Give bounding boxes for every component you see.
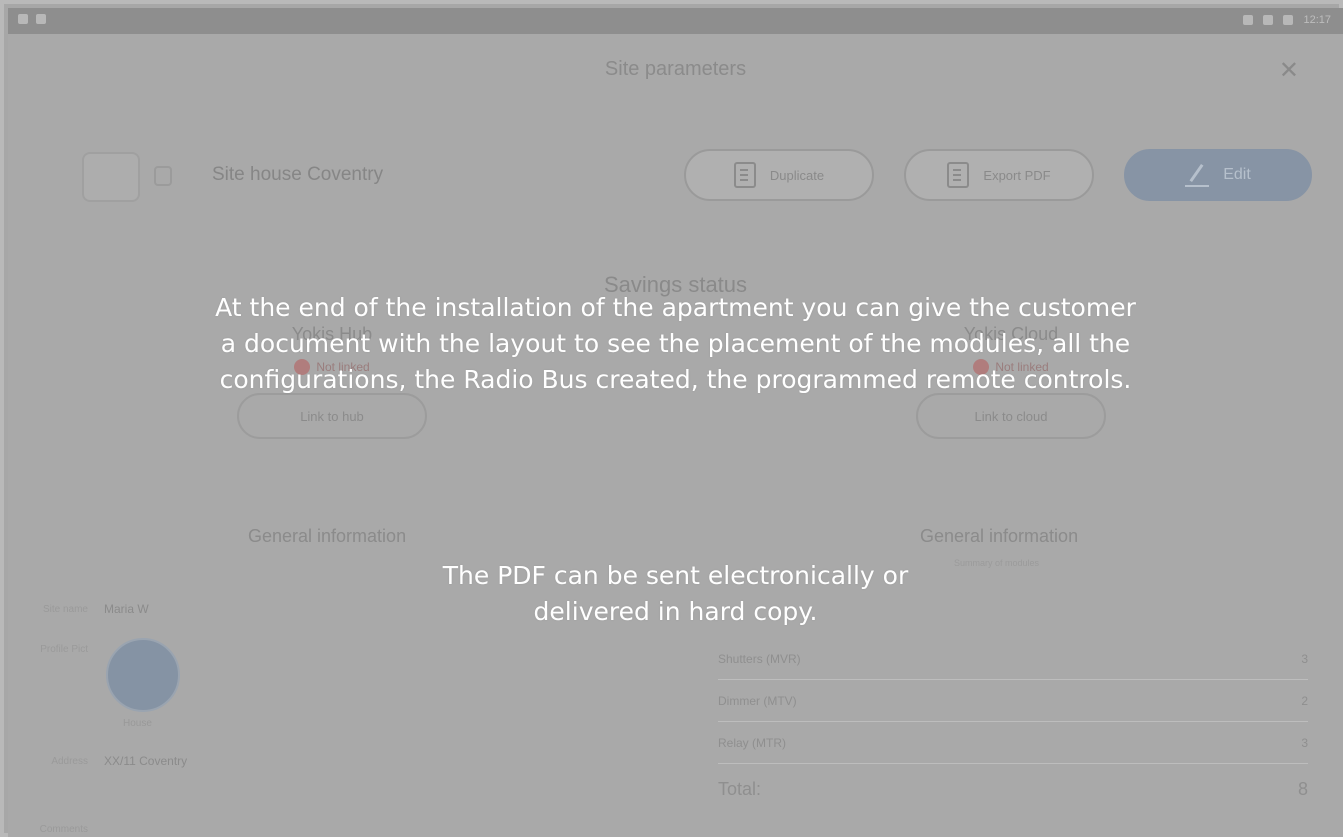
lock-icon bbox=[154, 166, 172, 186]
site-name: Site house Coventry bbox=[212, 164, 384, 185]
table-row: Dimmer (MTV) 2 bbox=[718, 680, 1308, 722]
export-pdf-label: Export PDF bbox=[983, 167, 1051, 183]
row-value: 3 bbox=[1301, 651, 1308, 666]
screen-frame: 12:17 Site parameters ✕ Site house Coven… bbox=[0, 0, 1343, 837]
address-value: XX/11 Coventry bbox=[104, 754, 188, 768]
photo-icon bbox=[36, 14, 46, 24]
row-value: 3 bbox=[1301, 735, 1308, 750]
overlay-caption-main: At the end of the installation of the ap… bbox=[215, 293, 1136, 394]
comments-label: Comments bbox=[39, 824, 88, 835]
signal-icon bbox=[1263, 15, 1274, 25]
status-bar: 12:17 bbox=[8, 8, 1343, 34]
link-hub-button[interactable]: Link to hub bbox=[237, 393, 427, 439]
modules-summary-table: Shutters (MVR) 3 Dimmer (MTV) 2 Relay (M… bbox=[718, 638, 1308, 814]
row-value: 2 bbox=[1301, 693, 1308, 708]
table-row: Relay (MTR) 3 bbox=[718, 722, 1308, 764]
pen-icon bbox=[1185, 163, 1210, 187]
address-label: Address bbox=[51, 756, 88, 767]
table-row: Shutters (MVR) 3 bbox=[718, 638, 1308, 680]
status-left bbox=[18, 14, 46, 24]
site-thumbnail[interactable] bbox=[82, 152, 140, 202]
pdf-icon bbox=[947, 162, 970, 188]
export-pdf-button[interactable]: Export PDF bbox=[904, 149, 1094, 201]
profile-pict-label: Profile Pict bbox=[40, 644, 88, 655]
house-avatar[interactable] bbox=[106, 638, 180, 712]
duplicate-button[interactable]: Duplicate bbox=[684, 149, 874, 201]
general-info-title-right: General information bbox=[920, 526, 1079, 546]
duplicate-icon bbox=[733, 162, 756, 188]
table-total-row: Total: 8 bbox=[718, 764, 1308, 814]
wifi-icon bbox=[1243, 15, 1254, 25]
avatar-caption: House bbox=[123, 718, 152, 729]
total-label: Total: bbox=[718, 778, 762, 799]
dialog-title: Site parameters bbox=[604, 58, 747, 80]
general-info-title-left: General information bbox=[248, 526, 407, 546]
clock: 12:17 bbox=[1303, 14, 1331, 26]
status-right: 12:17 bbox=[1243, 14, 1331, 26]
total-value: 8 bbox=[1297, 778, 1308, 799]
row-label: Shutters (MVR) bbox=[718, 651, 801, 666]
row-label: Relay (MTR) bbox=[718, 735, 786, 750]
overlay-caption-secondary: The PDF can be sent electronically or de… bbox=[442, 561, 909, 626]
link-cloud-button[interactable]: Link to cloud bbox=[916, 393, 1106, 439]
battery-icon bbox=[1283, 15, 1294, 25]
edit-button[interactable]: Edit bbox=[1124, 149, 1312, 201]
gallery-icon bbox=[18, 14, 28, 24]
close-icon[interactable]: ✕ bbox=[1279, 56, 1299, 85]
site-parameters-dialog: Site parameters ✕ Site house Coventry Du… bbox=[8, 34, 1343, 837]
duplicate-label: Duplicate bbox=[769, 167, 825, 183]
edit-label: Edit bbox=[1223, 166, 1251, 183]
row-label: Dimmer (MTV) bbox=[718, 693, 797, 708]
